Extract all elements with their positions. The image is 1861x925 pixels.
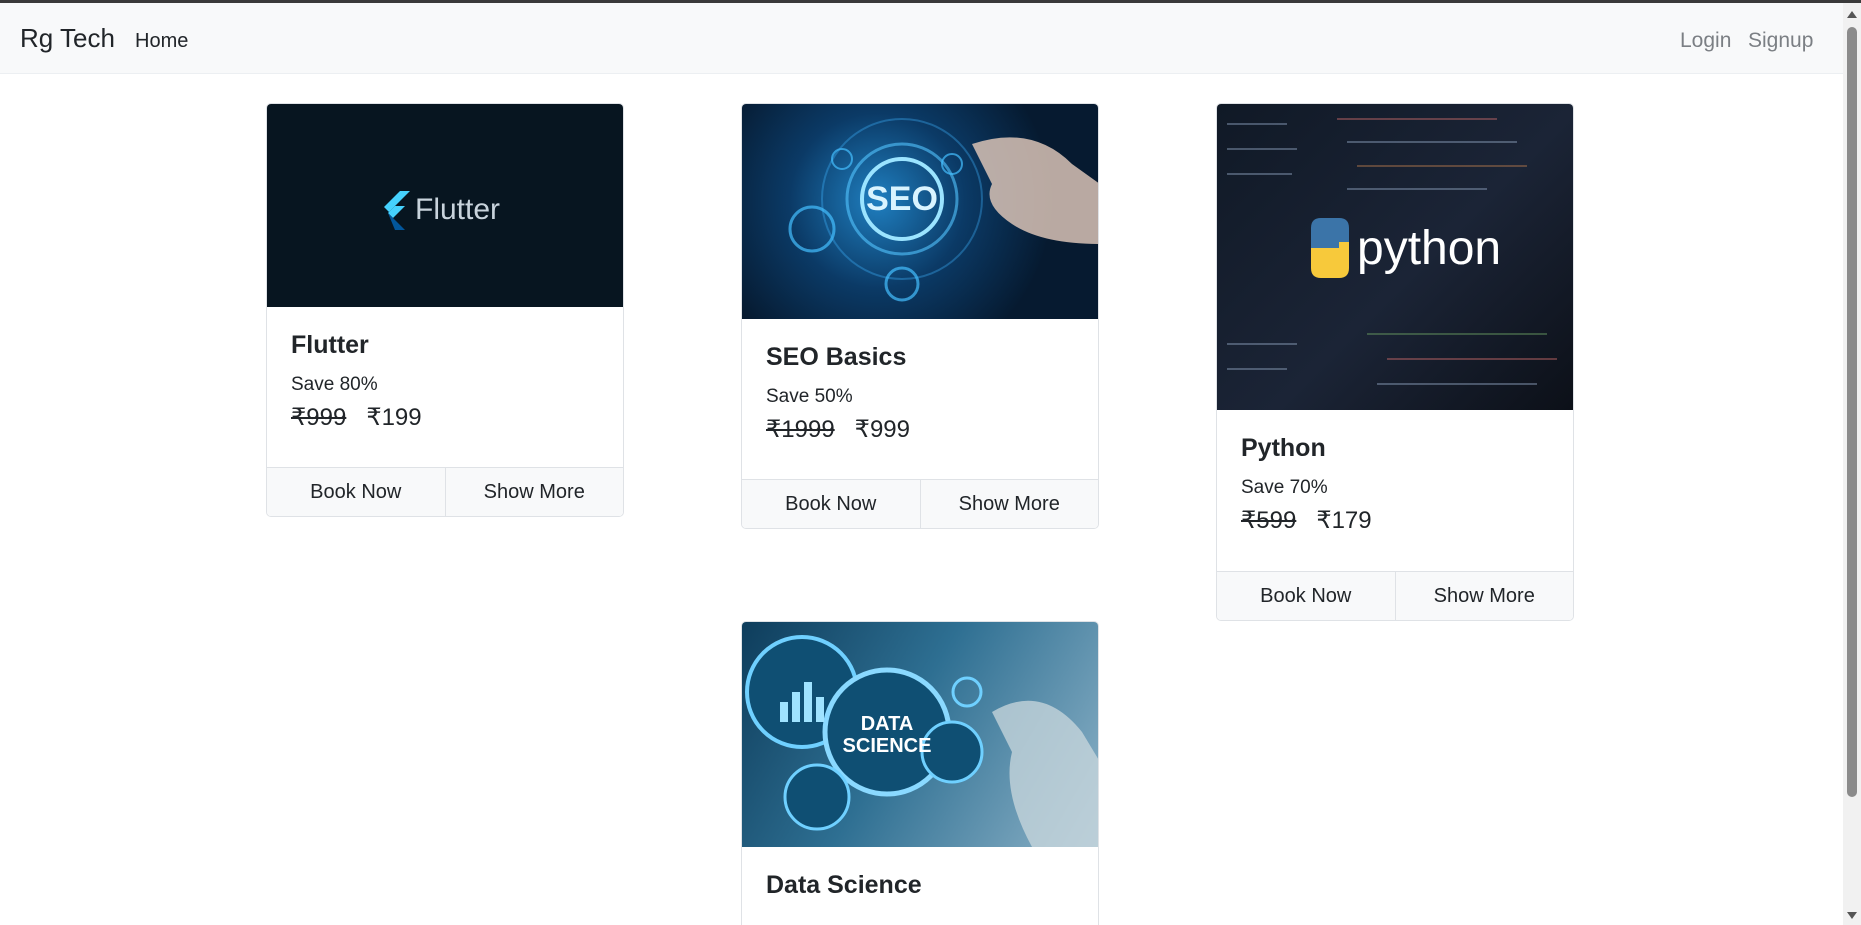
course-image-flutter: Flutter — [267, 104, 623, 307]
card-body: Flutter Save 80% ₹999 ₹199 — [267, 307, 623, 433]
nav-link-signup[interactable]: Signup — [1748, 29, 1813, 53]
show-more-button[interactable]: Show More — [919, 480, 1098, 528]
flutter-logo-text: Flutter — [415, 193, 500, 226]
sale-price: ₹999 — [854, 416, 910, 443]
course-discount: Save 80% — [291, 374, 378, 395]
sale-price: ₹179 — [1316, 507, 1372, 534]
course-discount: Save 70% — [1241, 477, 1328, 498]
original-price: ₹599 — [1241, 507, 1297, 534]
original-price: ₹1999 — [766, 416, 835, 443]
course-prices: ₹1999 ₹999 — [766, 415, 1074, 445]
page-viewport: Rg Tech Home Login Signup Flutter Flutte… — [0, 3, 1843, 925]
scrollbar-thumb[interactable] — [1847, 27, 1857, 797]
course-card-data-science: DATA SCIENCE Data Science — [741, 621, 1099, 925]
nav-link-home[interactable]: Home — [135, 29, 188, 53]
navbar: Rg Tech Home Login Signup — [0, 3, 1843, 74]
data-science-graphic-text-1: DATA — [861, 713, 914, 735]
python-logo-icon: python — [1227, 118, 1557, 385]
nav-link-login[interactable]: Login — [1680, 29, 1731, 53]
show-more-button[interactable]: Show More — [444, 468, 623, 516]
course-card-seo: SEO SEO Basics Save 50% ₹1999 ₹999 Book N… — [741, 103, 1099, 529]
course-title: Data Science — [766, 871, 922, 899]
show-more-button[interactable]: Show More — [1394, 572, 1573, 620]
seo-graphic-icon: SEO — [788, 118, 1098, 302]
course-card-python: python Python Save 70% ₹599 ₹179 Book Now… — [1216, 103, 1574, 621]
book-now-button[interactable]: Book Now — [1217, 572, 1395, 620]
flutter-logo-icon: Flutter — [384, 191, 500, 230]
original-price: ₹999 — [291, 404, 347, 431]
seo-graphic-text: SEO — [866, 180, 938, 218]
sale-price: ₹199 — [366, 404, 422, 431]
course-card-flutter: Flutter Flutter Save 80% ₹999 ₹199 Book N… — [266, 103, 624, 517]
data-science-gears-icon: DATA SCIENCE — [745, 635, 1098, 847]
card-actions: Book Now Show More — [742, 479, 1098, 528]
course-title: SEO Basics — [766, 343, 907, 371]
card-body: Data Science — [742, 847, 1098, 901]
course-discount: Save 50% — [766, 386, 853, 407]
book-now-button[interactable]: Book Now — [267, 468, 445, 516]
course-title: Python — [1241, 434, 1326, 462]
card-body: Python Save 70% ₹599 ₹179 — [1217, 410, 1573, 536]
book-now-button[interactable]: Book Now — [742, 480, 920, 528]
card-body: SEO Basics Save 50% ₹1999 ₹999 — [742, 319, 1098, 445]
python-logo-text: python — [1357, 222, 1501, 275]
course-image-seo: SEO — [742, 104, 1098, 319]
data-science-graphic-text-2: SCIENCE — [843, 735, 932, 757]
page-scrollbar[interactable] — [1843, 3, 1861, 925]
scroll-up-arrow-icon[interactable] — [1847, 11, 1857, 18]
course-prices: ₹999 ₹199 — [291, 403, 599, 433]
scroll-down-arrow-icon[interactable] — [1847, 912, 1857, 919]
card-actions: Book Now Show More — [1217, 571, 1573, 620]
course-image-python: python — [1217, 104, 1573, 410]
course-prices: ₹599 ₹179 — [1241, 506, 1549, 536]
card-actions: Book Now Show More — [267, 467, 623, 516]
brand-logo[interactable]: Rg Tech — [20, 23, 115, 53]
course-title: Flutter — [291, 331, 369, 359]
course-image-data-science: DATA SCIENCE — [742, 622, 1098, 847]
